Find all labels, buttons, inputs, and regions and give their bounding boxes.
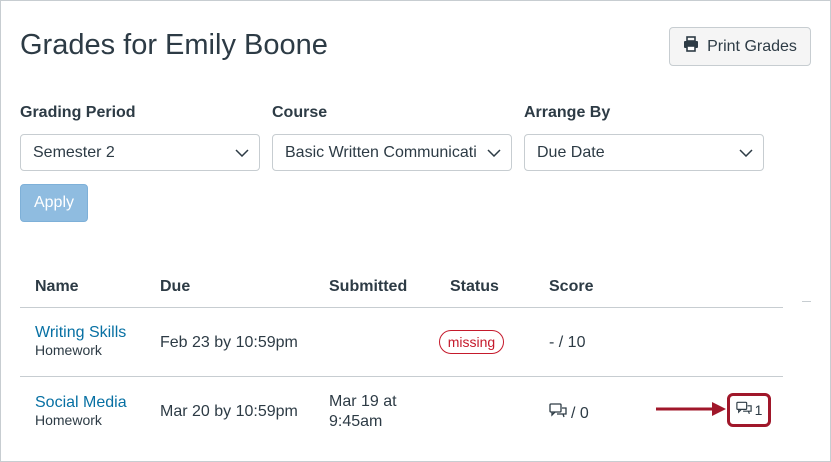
arrange-by-select[interactable]: Due Date: [524, 134, 764, 171]
annotation-arrow: [656, 402, 728, 421]
chevron-down-icon: [225, 148, 259, 157]
header-name[interactable]: Name: [35, 278, 79, 296]
comment-count: 1: [754, 402, 763, 418]
comment-icon: [549, 403, 567, 424]
assignment-link[interactable]: Social Media: [35, 394, 127, 412]
header-status[interactable]: Status: [450, 278, 499, 296]
header-divider: [20, 307, 783, 308]
assignment-group: Homework: [35, 342, 102, 358]
due-date: Feb 23 by 10:59pm: [160, 334, 298, 351]
assignment-link[interactable]: Writing Skills: [35, 324, 126, 342]
assignment-cell: Writing Skills Homework: [35, 324, 126, 358]
due-date: Mar 20 by 10:59pm: [160, 403, 298, 420]
missing-badge: missing: [439, 330, 504, 354]
grading-period-select[interactable]: Semester 2: [20, 134, 260, 171]
submitted-date-line: Mar 19 at: [329, 393, 397, 410]
grades-page: Grades for Emily Boone Print Grades Grad…: [0, 0, 831, 462]
header-score[interactable]: Score: [549, 278, 593, 296]
chevron-down-icon: [729, 148, 763, 157]
course-value: Basic Written Communication: [285, 143, 477, 161]
course-select[interactable]: Basic Written Communication: [272, 134, 512, 171]
row-divider: [20, 376, 783, 377]
score-value: / 0: [571, 404, 589, 422]
chevron-down-icon: [477, 148, 511, 157]
submitted-time-line: 9:45am: [329, 413, 383, 430]
divider: [802, 301, 811, 302]
grading-period-label: Grading Period: [20, 104, 136, 121]
header-submitted[interactable]: Submitted: [329, 278, 407, 296]
assignment-cell: Social Media Homework: [35, 394, 127, 428]
grading-period-value: Semester 2: [33, 143, 115, 161]
print-grades-label: Print Grades: [707, 37, 797, 55]
print-grades-button[interactable]: Print Grades: [669, 27, 811, 66]
header-due[interactable]: Due: [160, 278, 190, 296]
apply-button[interactable]: Apply: [20, 184, 88, 222]
comment-icon: [735, 401, 752, 419]
comments-button[interactable]: 1: [727, 393, 771, 427]
assignment-group: Homework: [35, 412, 102, 428]
arrange-by-label: Arrange By: [524, 104, 611, 121]
page-title: Grades for Emily Boone: [20, 29, 328, 61]
submitted-date: Mar 19 at 9:45am: [329, 392, 397, 432]
score: / 0: [549, 403, 589, 424]
arrange-by-value: Due Date: [537, 143, 605, 161]
course-label: Course: [272, 104, 328, 121]
printer-icon: [683, 36, 699, 57]
score: - / 10: [549, 334, 586, 351]
